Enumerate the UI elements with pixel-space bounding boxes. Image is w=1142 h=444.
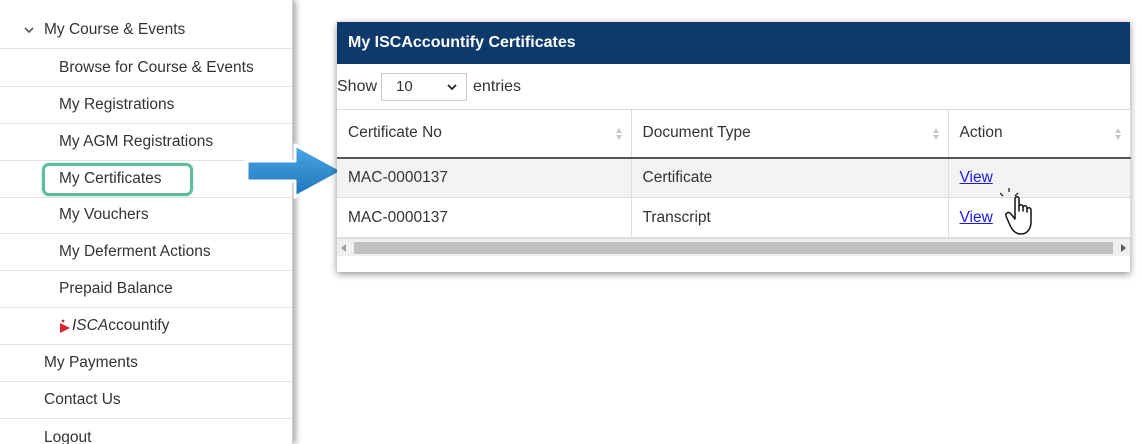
scrollbar-thumb[interactable] (354, 242, 1113, 254)
sidebar-item-label: My Payments (44, 354, 138, 371)
sort-icon (1114, 128, 1121, 140)
cell-document-type: Certificate (631, 157, 949, 198)
horizontal-scrollbar[interactable] (337, 238, 1130, 256)
chevron-down-icon (447, 83, 457, 90)
column-header-label: Action (959, 124, 1003, 142)
table-header-row: Certificate No Document Type Action (337, 109, 1131, 159)
sidebar-item-prepaid-balance[interactable]: Prepaid Balance (0, 271, 292, 308)
sidebar: My Course & Events Browse for Course & E… (0, 0, 293, 444)
sidebar-section-course-events[interactable]: My Course & Events (0, 12, 292, 49)
cell-document-type: Transcript (631, 197, 949, 238)
view-link[interactable]: View (960, 169, 993, 186)
sidebar-item-deferment-actions[interactable]: My Deferment Actions (0, 234, 292, 271)
cell-certificate-no: MAC-0000137 (337, 197, 632, 238)
show-label: Show (337, 77, 378, 95)
entries-select[interactable]: 10 (381, 72, 468, 101)
column-header-action[interactable]: Action (948, 109, 1131, 159)
sidebar-item-vouchers[interactable]: My Vouchers (0, 197, 292, 234)
sidebar-item-payments[interactable]: My Payments (0, 345, 292, 382)
column-header-label: Certificate No (348, 124, 442, 142)
cell-certificate-no: MAC-0000137 (337, 157, 632, 198)
panel-title: My ISCAccountify Certificates (337, 22, 1130, 64)
sidebar-item-label: Contact Us (44, 391, 121, 408)
sidebar-item-browse[interactable]: Browse for Course & Events (0, 50, 292, 87)
highlight-box (42, 163, 193, 196)
entries-control: Show 10 entries (337, 64, 1130, 109)
sidebar-item-iscaccountify[interactable]: ISCAccountify (0, 308, 292, 345)
scroll-right-icon[interactable] (1121, 244, 1126, 252)
column-header-label: Document Type (642, 124, 751, 142)
sidebar-item-label: My Vouchers (59, 206, 149, 223)
arrow-right-icon (245, 143, 345, 199)
sidebar-item-registrations[interactable]: My Registrations (0, 87, 292, 124)
sidebar-item-label: Prepaid Balance (59, 280, 173, 297)
sidebar-item-label: ISCAccountify (72, 317, 169, 335)
isca-logo-icon (60, 319, 70, 333)
sidebar-item-label: Logout (44, 428, 92, 444)
scroll-left-icon[interactable] (341, 244, 346, 252)
hand-pointer-icon (1000, 188, 1032, 235)
sidebar-item-contact[interactable]: Contact Us (0, 382, 292, 419)
sort-icon (615, 128, 622, 140)
sidebar-item-label: My Registrations (59, 96, 175, 113)
sidebar-item-label: My AGM Registrations (59, 133, 214, 150)
brand-prefix: ISCA (72, 317, 109, 334)
brand-suffix: ccountify (108, 317, 170, 334)
entries-label: entries (473, 77, 522, 95)
sidebar-item-logout[interactable]: Logout (0, 419, 292, 444)
column-header-document-type[interactable]: Document Type (631, 109, 949, 159)
sidebar-item-label: Browse for Course & Events (59, 59, 254, 76)
view-link[interactable]: View (960, 209, 993, 226)
sort-icon (932, 128, 939, 140)
sidebar-section-label: My Course & Events (44, 21, 186, 38)
chevron-down-icon (24, 27, 34, 34)
column-header-certificate-no[interactable]: Certificate No (337, 109, 632, 159)
sidebar-item-label: My Deferment Actions (59, 243, 211, 260)
entries-value: 10 (396, 77, 413, 95)
